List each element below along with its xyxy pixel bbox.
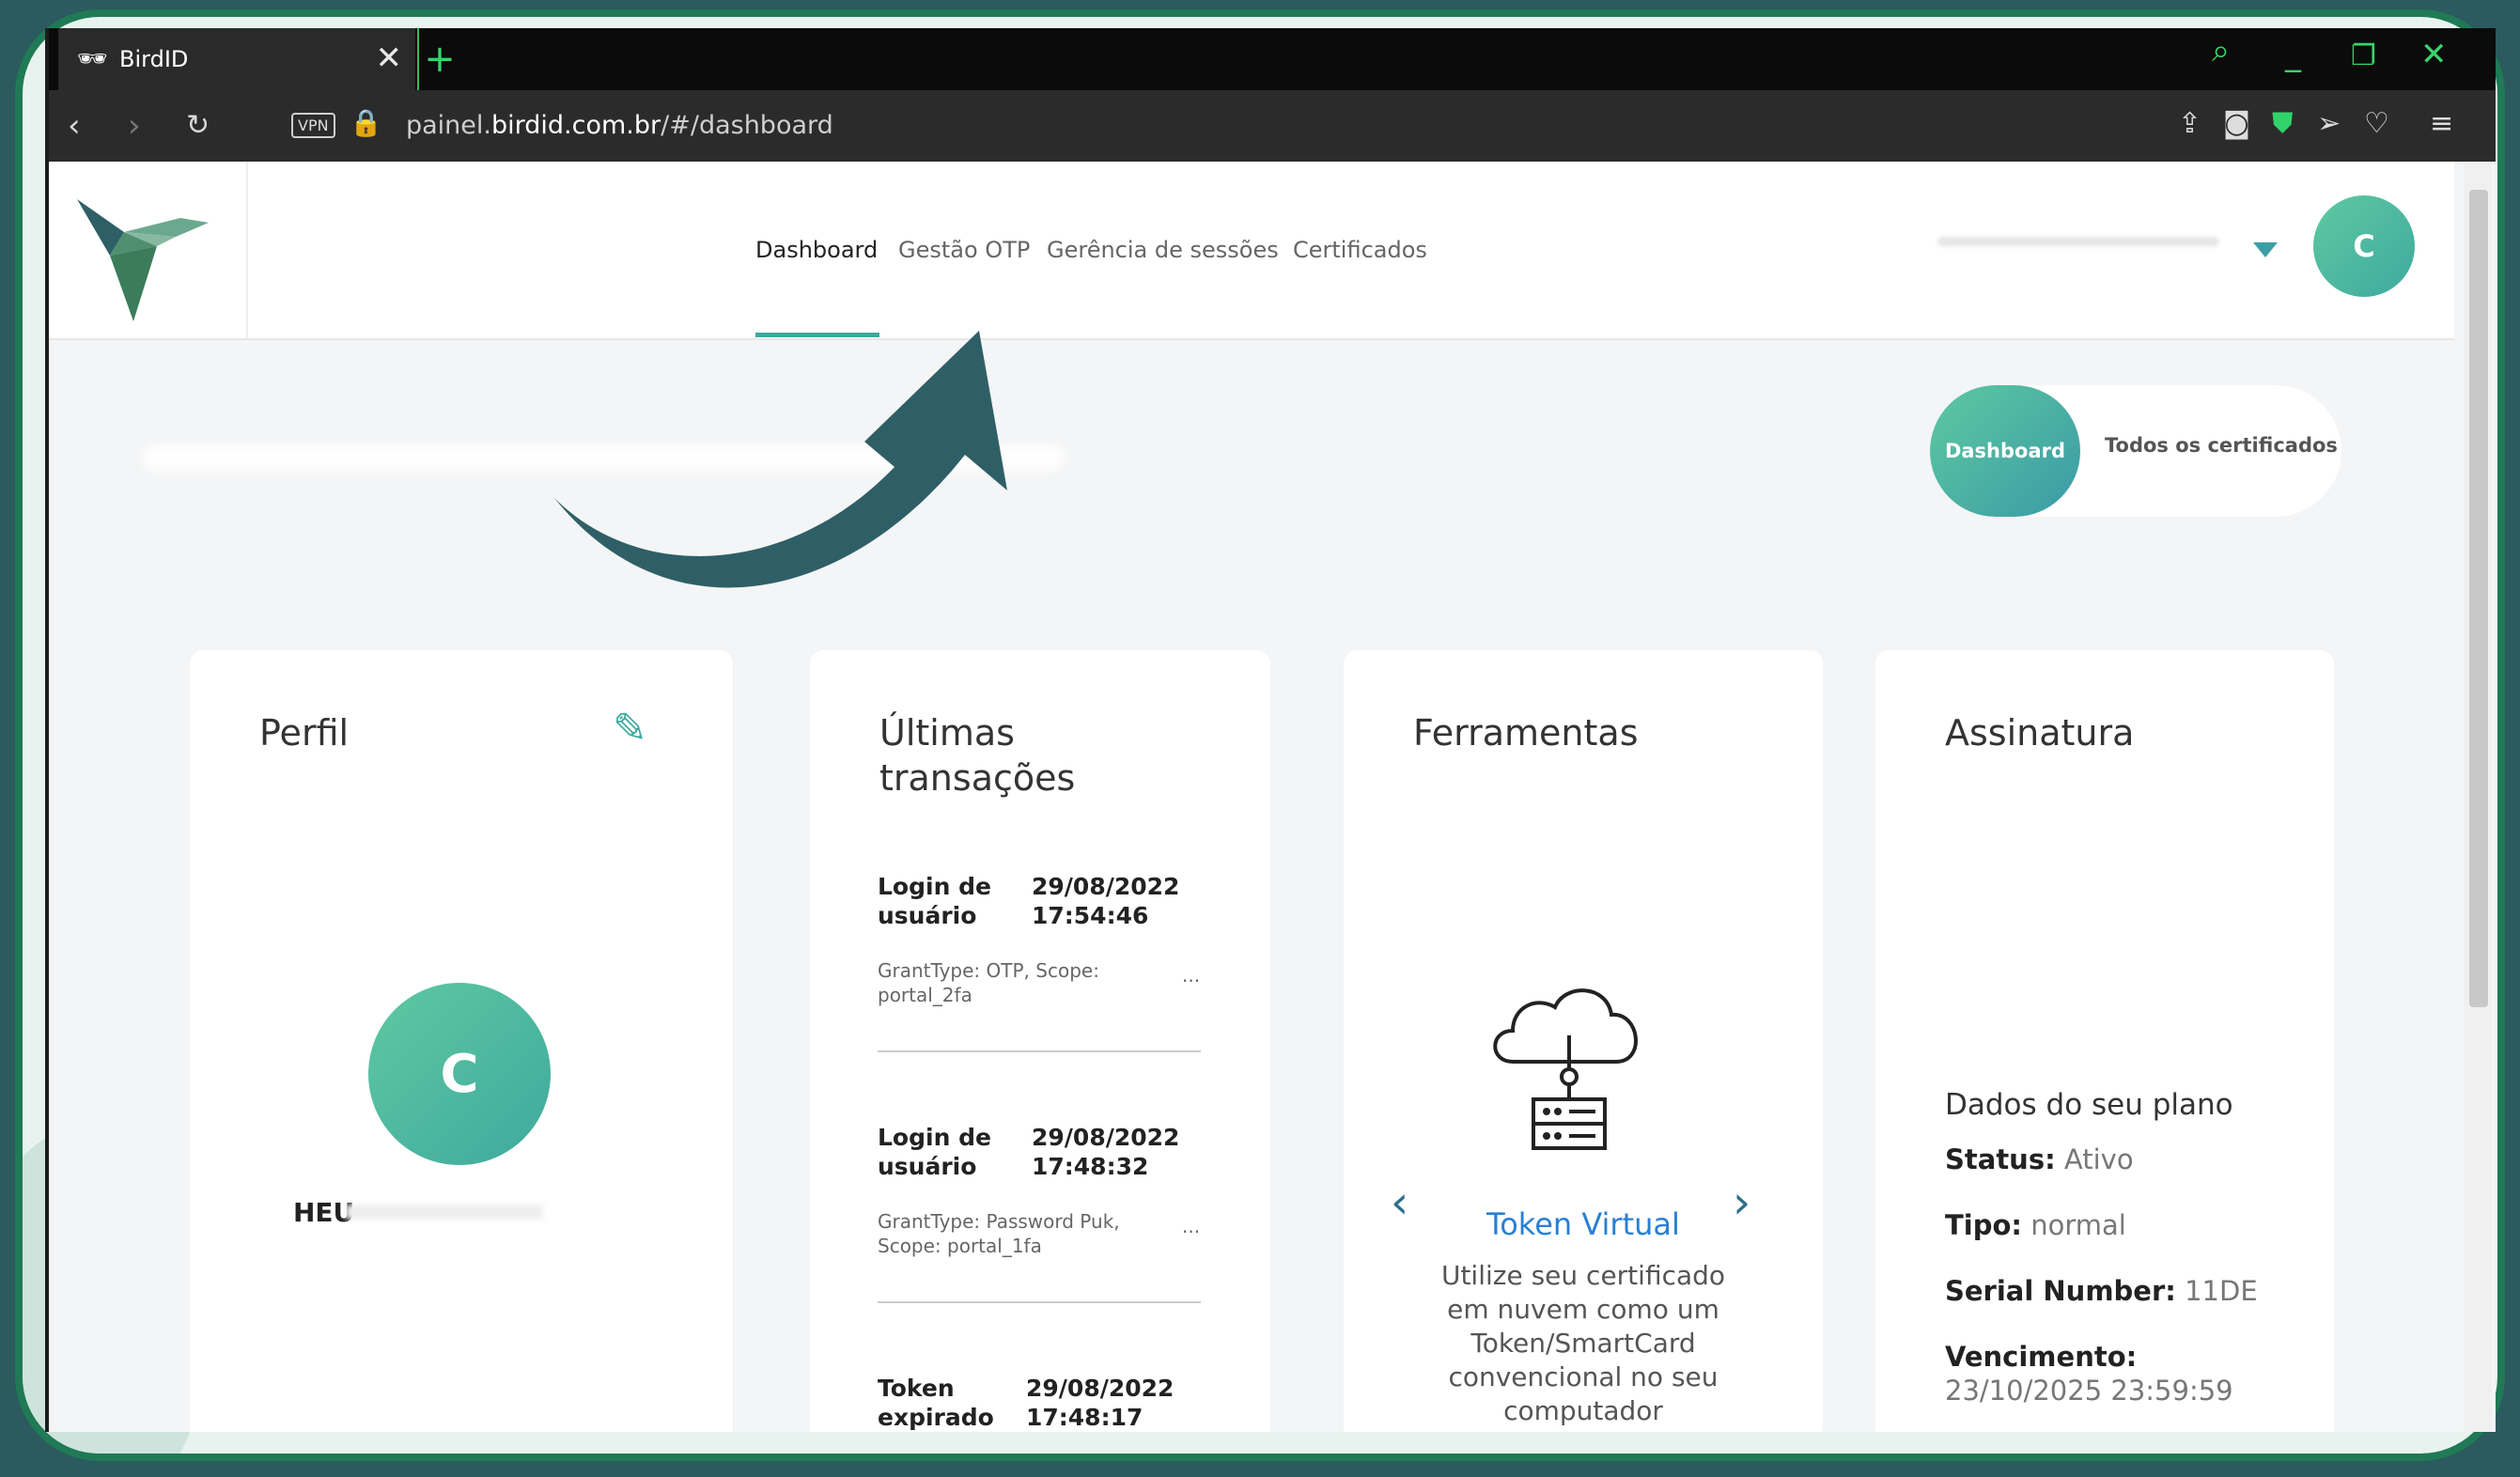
assinatura-card: Assinatura Dados do seu plano Status: At… bbox=[1875, 650, 2334, 1432]
page-content: Dashboard Gestão OTP Gerência de sessões… bbox=[49, 162, 2454, 1432]
url-field[interactable]: painel.birdid.com.br/#/dashboard bbox=[406, 111, 833, 140]
perfil-title: Perfil bbox=[259, 712, 350, 754]
close-window-icon[interactable]: ✕ bbox=[2420, 36, 2448, 73]
tab-title: BirdID bbox=[119, 46, 189, 72]
profile-name-blurred bbox=[346, 1205, 543, 1220]
browser-tab[interactable]: 🕶 BirdID ✕ bbox=[58, 28, 415, 90]
new-tab-button[interactable]: + bbox=[417, 28, 460, 90]
menu-icon[interactable]: ≡ bbox=[2430, 107, 2453, 140]
user-avatar[interactable]: C bbox=[2313, 195, 2415, 297]
send-icon[interactable]: ➢ bbox=[2317, 107, 2341, 140]
transaction-desc: GrantType: OTP, Scope: portal_2fa bbox=[878, 959, 1099, 1006]
nav-certificados[interactable]: Certificados bbox=[1293, 237, 1427, 263]
plan-serial: Serial Number: 11DE bbox=[1945, 1275, 2258, 1307]
perfil-card: Perfil ✎ C HEU bbox=[190, 650, 733, 1432]
edit-pencil-icon[interactable]: ✎ bbox=[613, 705, 647, 753]
transaction-date: 29/08/2022 17:54:46 bbox=[1032, 873, 1180, 929]
tool-description: Utilize seu certificado em nuvem como um… bbox=[1440, 1260, 1726, 1426]
plan-heading: Dados do seu plano bbox=[1945, 1088, 2233, 1122]
row-divider bbox=[878, 1301, 1201, 1303]
transacoes-card: Últimas transações Login de usuário 29/08/… bbox=[810, 650, 1270, 1432]
view-toggle: Dashboard Todos os certificados bbox=[1930, 385, 2341, 517]
more-icon[interactable]: ... bbox=[1182, 964, 1200, 987]
camera-icon[interactable]: ◙ bbox=[2223, 107, 2250, 140]
transaction-date: 29/08/2022 17:48:17 bbox=[1026, 1375, 1174, 1431]
cloud-server-icon bbox=[1493, 988, 1638, 1150]
curved-arrow-icon bbox=[554, 331, 1007, 588]
plan-tipo: Tipo: normal bbox=[1945, 1209, 2126, 1241]
nav-gerencia-sessoes[interactable]: Gerência de sessões bbox=[1047, 237, 1279, 263]
close-tab-icon[interactable]: ✕ bbox=[376, 39, 403, 77]
header-divider bbox=[246, 162, 248, 338]
address-bar: ‹ › ↻ VPN 🔒 painel.birdid.com.br/#/dashb… bbox=[49, 90, 2496, 162]
plan-vencimento: Vencimento: 23/10/2025 23:59:59 bbox=[1945, 1341, 2233, 1407]
row-divider bbox=[878, 1050, 1201, 1052]
site-header: Dashboard Gestão OTP Gerência de sessões… bbox=[49, 162, 2454, 340]
vpn-badge[interactable]: VPN bbox=[291, 113, 335, 138]
profile-avatar: C bbox=[368, 983, 551, 1165]
toggle-dashboard[interactable]: Dashboard bbox=[1930, 385, 2080, 517]
nav-dashboard[interactable]: Dashboard bbox=[755, 237, 878, 263]
search-icon[interactable]: ⌕ bbox=[2212, 32, 2230, 70]
incognito-icon: 🕶 bbox=[77, 45, 109, 73]
transaction-date: 29/08/2022 17:48:32 bbox=[1032, 1124, 1180, 1180]
ferramentas-title: Ferramentas bbox=[1413, 712, 1639, 754]
transacoes-title: Últimas transações bbox=[879, 712, 1076, 799]
ferramentas-card: Ferramentas ‹ › Token Virtual Utilize se… bbox=[1344, 650, 1823, 1432]
toggle-todos-certificados[interactable]: Todos os certificados bbox=[2105, 434, 2338, 457]
share-icon[interactable]: ⇪ bbox=[2178, 107, 2201, 140]
forward-icon[interactable]: › bbox=[128, 107, 141, 145]
vertical-scrollbar[interactable] bbox=[2464, 162, 2492, 1432]
shield-icon[interactable]: ⛊ bbox=[2272, 107, 2294, 140]
birdid-logo-icon[interactable] bbox=[68, 180, 218, 326]
back-icon[interactable]: ‹ bbox=[68, 107, 81, 145]
reload-icon[interactable]: ↻ bbox=[186, 109, 210, 142]
restore-icon[interactable]: ❐ bbox=[2351, 39, 2376, 72]
scrollbar-thumb[interactable] bbox=[2469, 190, 2488, 1007]
transaction-type: Login de usuário bbox=[878, 1124, 991, 1180]
more-icon[interactable]: ... bbox=[1182, 1215, 1200, 1237]
tool-name-link[interactable]: Token Virtual bbox=[1344, 1206, 1823, 1242]
browser-window: 🕶 BirdID ✕ + ⌕ _ ❐ ✕ ‹ › ↻ VPN 🔒 painel.… bbox=[45, 28, 2496, 1432]
transaction-desc: GrantType: Password Puk, Scope: portal_1f… bbox=[878, 1210, 1120, 1257]
heart-icon[interactable]: ♡ bbox=[2364, 107, 2389, 140]
lock-icon[interactable]: 🔒 bbox=[350, 107, 382, 138]
transaction-type: Token expirado bbox=[878, 1375, 994, 1431]
assinatura-title: Assinatura bbox=[1945, 712, 2135, 754]
plan-status: Status: Ativo bbox=[1945, 1143, 2134, 1175]
chevron-down-icon[interactable] bbox=[2253, 242, 2278, 257]
minimize-icon[interactable]: _ bbox=[2285, 36, 2301, 73]
user-name-blurred bbox=[1937, 237, 2219, 246]
tab-bar: 🕶 BirdID ✕ + ⌕ _ ❐ ✕ bbox=[49, 28, 2496, 90]
nav-gestao-otp[interactable]: Gestão OTP bbox=[898, 237, 1030, 263]
transaction-type: Login de usuário bbox=[878, 873, 991, 929]
